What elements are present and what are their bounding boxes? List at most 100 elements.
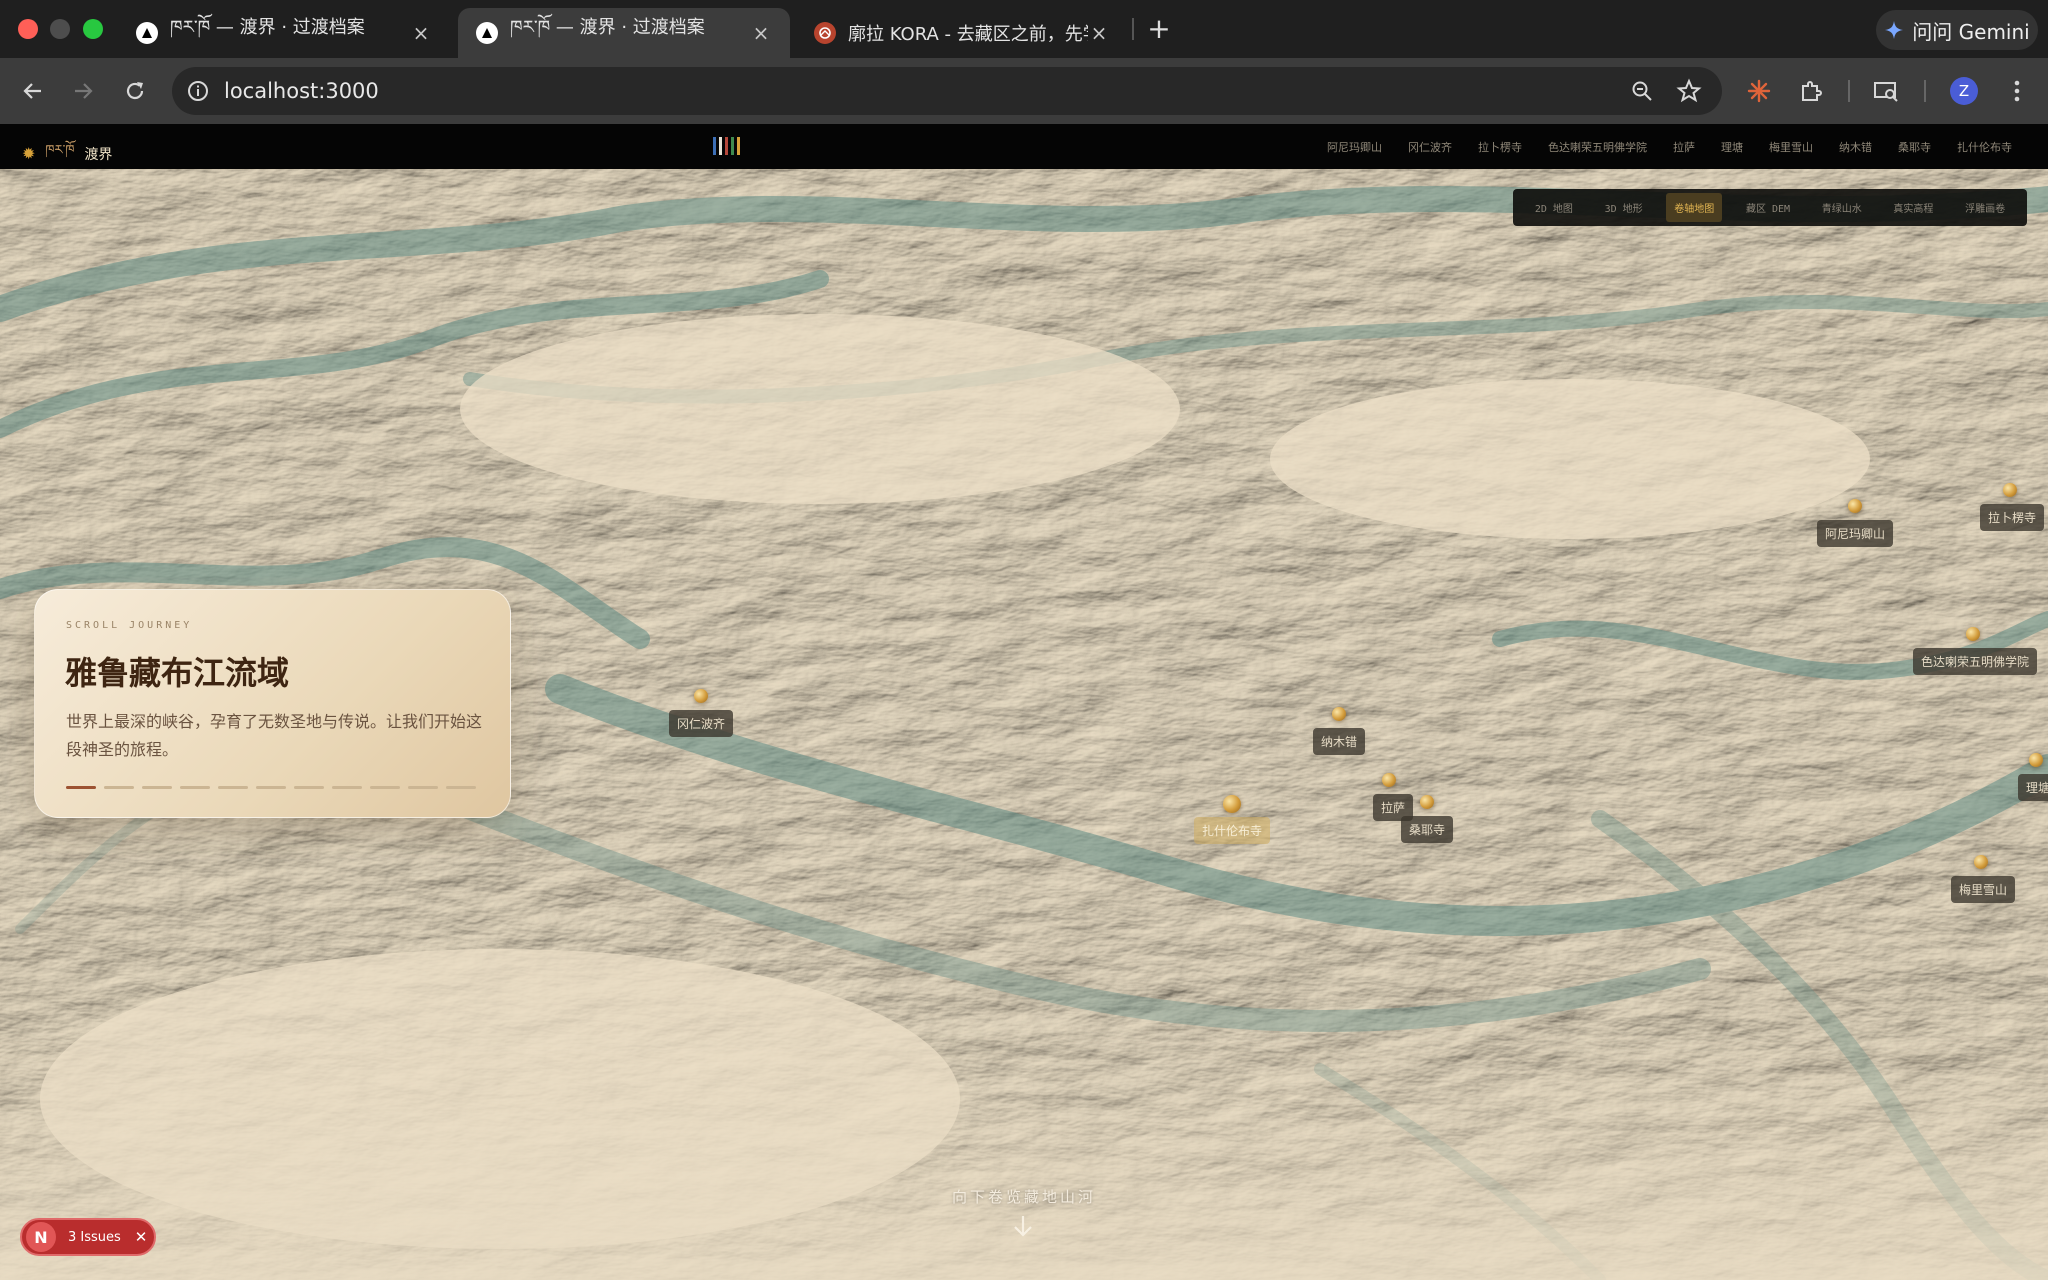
card-title: 雅鲁藏布江流域	[65, 654, 290, 692]
browser-tab[interactable]: ཁར་ཁོ — 渡界 · 过渡档案 ×	[118, 8, 450, 58]
marker-label: 纳木错	[1313, 728, 1366, 755]
nav-link[interactable]: 纳木错	[1839, 139, 1872, 155]
marker-label: 理塘	[2018, 774, 2048, 801]
tab-title: ཁར་ཁོ — 渡界 · 过渡档案	[170, 17, 365, 38]
journey-card: SCROLL JOURNEY 雅鲁藏布江流域 世界上最深的峡谷，孕育了无数圣地与…	[34, 589, 511, 818]
progress-segment[interactable]	[218, 786, 248, 789]
close-tab-icon[interactable]: ×	[750, 21, 772, 45]
marker-pin-icon	[2029, 753, 2043, 767]
view-mode-switcher: 2D 地图 3D 地形 卷轴地图 藏区 DEM 青绿山水 真实高程 浮雕画卷	[1513, 189, 2027, 226]
forward-button[interactable]	[66, 74, 100, 108]
close-tab-icon[interactable]: ×	[410, 21, 432, 45]
browser-tab-strip: ཁར་ཁོ — 渡界 · 过渡档案 × ཁར་ཁོ — 渡界 · 过渡档案 × …	[0, 0, 2048, 58]
journey-progress	[66, 786, 476, 789]
arrow-left-icon	[23, 83, 41, 99]
close-icon[interactable]: ✕	[135, 1228, 148, 1246]
card-description: 世界上最深的峡谷，孕育了无数圣地与传说。让我们开始这段神圣的旅程。	[66, 712, 483, 759]
mode-real-elevation[interactable]: 真实高程	[1885, 193, 1941, 222]
marker-label: 色达喇荣五明佛学院	[1913, 648, 2038, 675]
puzzle-icon	[1802, 81, 1822, 101]
site-brand[interactable]: ✹ ཁར་ཁོ 渡界	[22, 135, 112, 172]
profile-avatar[interactable]: Z	[1950, 77, 1978, 105]
site-header: ✹ ཁར་ཁོ 渡界 阿尼玛卿山 冈仁波齐 拉卜楞寺 色达喇荣五明佛学院 拉萨 …	[0, 124, 2048, 169]
brand-name: 渡界	[84, 146, 113, 163]
new-tab-button[interactable]: +	[1142, 12, 1176, 46]
progress-segment[interactable]	[294, 786, 324, 789]
browser-tab-active[interactable]: ཁར་ཁོ — 渡界 · 过渡档案 ×	[458, 8, 790, 58]
nav-link[interactable]: 冈仁波齐	[1408, 139, 1452, 155]
progress-segment[interactable]	[446, 786, 476, 789]
mode-dem[interactable]: 藏区 DEM	[1738, 193, 1798, 222]
destination-nav: 阿尼玛卿山 冈仁波齐 拉卜楞寺 色达喇荣五明佛学院 拉萨 理塘 梅里雪山 纳木错…	[1327, 139, 2012, 155]
progress-segment[interactable]	[104, 786, 134, 789]
nav-link[interactable]: 理塘	[1721, 139, 1743, 155]
marker-label: 桑耶寺	[1401, 816, 1454, 843]
arrow-down-icon[interactable]	[1012, 1214, 1034, 1238]
nav-link[interactable]: 桑耶寺	[1898, 139, 1931, 155]
marker-label: 梅里雪山	[1951, 876, 2016, 903]
tab-divider	[1132, 18, 1134, 40]
color-bars-icon	[713, 137, 740, 155]
marker-label: 拉卜楞寺	[1980, 504, 2045, 531]
nav-link[interactable]: 拉萨	[1673, 139, 1695, 155]
marker-pin-icon	[694, 689, 708, 703]
maximize-window-button[interactable]	[83, 19, 103, 39]
mode-relief-scroll[interactable]: 浮雕画卷	[1957, 193, 2013, 222]
minimize-window-button[interactable]	[50, 19, 70, 39]
back-button[interactable]	[16, 74, 50, 108]
toolbar-divider	[1848, 80, 1850, 102]
progress-segment[interactable]	[180, 786, 210, 789]
scroll-hint: 向下卷览藏地山河	[951, 1188, 1096, 1206]
progress-segment[interactable]	[332, 786, 362, 789]
page-viewport: ✹ ཁར་ཁོ 渡界 阿尼玛卿山 冈仁波齐 拉卜楞寺 色达喇荣五明佛学院 拉萨 …	[0, 124, 2048, 1280]
zoom-icon[interactable]	[1630, 79, 1654, 103]
tab-title: ཁར་ཁོ — 渡界 · 过渡档案	[510, 17, 705, 38]
nav-link[interactable]: 扎什伦布寺	[1957, 139, 2012, 155]
tab-title: 廓拉 KORA - 去藏区之前，先学	[848, 24, 1088, 45]
marker-pin-icon	[1382, 773, 1396, 787]
mode-3d-terrain[interactable]: 3D 地形	[1597, 193, 1651, 222]
address-bar[interactable]: localhost:3000	[172, 67, 1722, 115]
browser-toolbar: localhost:3000 Z	[0, 58, 2048, 124]
dev-issues-badge[interactable]: N 3 Issues ✕	[20, 1218, 156, 1256]
ask-gemini-button[interactable]: 问问 Gemini	[1876, 10, 2038, 50]
close-window-button[interactable]	[18, 19, 38, 39]
extension-claude-button[interactable]	[1742, 74, 1776, 108]
more-vertical-icon	[2014, 80, 2020, 102]
progress-segment[interactable]	[408, 786, 438, 789]
browser-tab[interactable]: 廓拉 KORA - 去藏区之前，先学 ×	[796, 8, 1128, 58]
nav-link[interactable]: 色达喇荣五明佛学院	[1548, 139, 1647, 155]
browser-menu-button[interactable]	[2000, 74, 2034, 108]
nav-link[interactable]: 阿尼玛卿山	[1327, 139, 1382, 155]
progress-segment[interactable]	[256, 786, 286, 789]
progress-segment[interactable]	[370, 786, 400, 789]
toolbar-divider	[1924, 80, 1926, 102]
gemini-label: 问问 Gemini	[1912, 19, 2030, 44]
extensions-button[interactable]	[1794, 74, 1828, 108]
close-tab-icon[interactable]: ×	[1088, 21, 1110, 45]
bookmark-star-icon[interactable]	[1676, 78, 1702, 104]
url-text[interactable]: localhost:3000	[224, 79, 379, 103]
nav-link[interactable]: 拉卜楞寺	[1478, 139, 1522, 155]
marker-pin-icon	[1848, 499, 1862, 513]
marker-pin-icon	[2003, 483, 2017, 497]
next-logo-icon: N	[26, 1222, 56, 1252]
marker-pin-icon	[1966, 627, 1980, 641]
site-info-icon[interactable]	[186, 79, 210, 103]
triangle-icon	[136, 22, 158, 44]
marker-label: 扎什伦布寺	[1194, 817, 1271, 844]
reload-button[interactable]	[118, 74, 152, 108]
screen-search-icon	[1874, 82, 1898, 102]
mode-shanshui[interactable]: 青绿山水	[1814, 193, 1870, 222]
burst-icon	[1747, 79, 1771, 103]
mode-2d-map[interactable]: 2D 地图	[1527, 193, 1581, 222]
brand-tibetan: ཁར་ཁོ	[45, 143, 75, 158]
marker-pin-icon	[1223, 795, 1241, 813]
progress-segment[interactable]	[142, 786, 172, 789]
kora-icon	[814, 22, 836, 44]
mode-scroll-map[interactable]: 卷轴地图	[1666, 193, 1723, 222]
nav-link[interactable]: 梅里雪山	[1769, 139, 1813, 155]
arrow-right-icon	[75, 83, 93, 99]
tab-search-button[interactable]	[1869, 74, 1903, 108]
progress-segment[interactable]	[66, 786, 96, 789]
